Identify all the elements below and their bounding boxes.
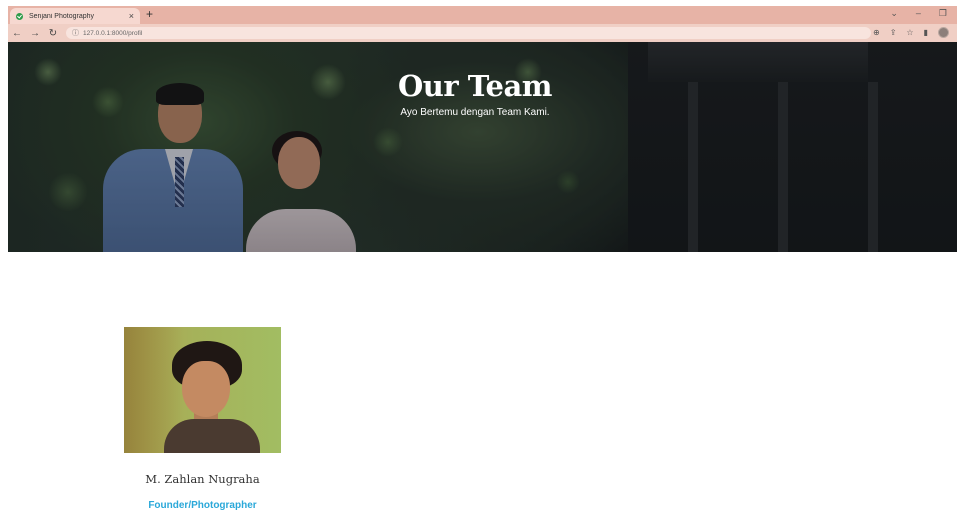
- star-icon[interactable]: ☆: [906, 28, 913, 37]
- tab-title: Senjani Photography: [29, 12, 94, 20]
- back-icon[interactable]: ←: [8, 28, 26, 39]
- info-icon[interactable]: ⓘ: [72, 28, 79, 38]
- forward-icon[interactable]: →: [26, 28, 44, 39]
- browser-address-bar: ← → ↻ ⓘ 127.0.0.1:8000/profil ⊕ ⇪ ☆ ▮: [8, 24, 957, 42]
- reload-icon[interactable]: ↻: [44, 28, 62, 39]
- page-subtitle: Ayo Bertemu dengan Team Kami.: [400, 107, 550, 118]
- minimize-icon[interactable]: –: [916, 8, 921, 19]
- url-text: 127.0.0.1:8000/profil: [83, 29, 143, 37]
- browser-tab[interactable]: Senjani Photography ×: [10, 8, 140, 24]
- toolbar-icons: ⊕ ⇪ ☆ ▮: [873, 27, 949, 38]
- site-favicon-icon: [16, 12, 23, 20]
- share-icon[interactable]: ⇪: [890, 28, 897, 37]
- chevron-down-icon[interactable]: ⌄: [890, 8, 898, 19]
- profile-icon[interactable]: [938, 27, 949, 38]
- tab-close-icon[interactable]: ×: [129, 11, 134, 21]
- team-member-name: M. Zahlan Nugraha: [145, 472, 260, 486]
- team-member-photo: [124, 327, 281, 453]
- zoom-icon[interactable]: ⊕: [873, 28, 880, 37]
- url-input[interactable]: ⓘ 127.0.0.1:8000/profil: [66, 27, 871, 39]
- window-controls: ⌄ – ❐: [890, 8, 947, 19]
- team-member-role: Founder/Photographer: [148, 500, 257, 511]
- restore-icon[interactable]: ❐: [939, 8, 947, 19]
- browser-tab-bar: Senjani Photography × + ⌄ – ❐: [8, 6, 957, 24]
- sidebar-icon[interactable]: ▮: [924, 28, 928, 37]
- page-title: Our Team: [398, 69, 552, 103]
- new-tab-button[interactable]: +: [146, 7, 153, 21]
